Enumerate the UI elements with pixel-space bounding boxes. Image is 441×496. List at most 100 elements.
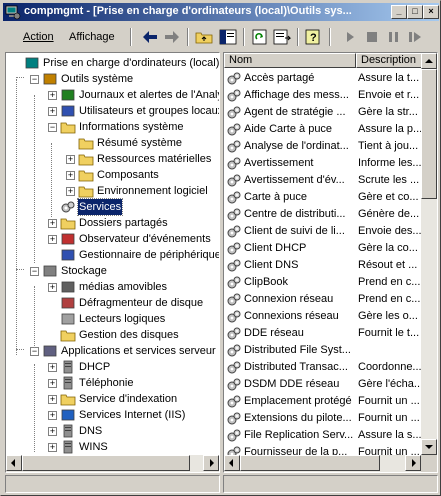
tree-node-label[interactable]: Informations système: [78, 119, 185, 135]
scroll-thumb[interactable]: [22, 455, 190, 471]
tree-node-label[interactable]: Observateur d'événements: [78, 231, 212, 247]
expand-icon[interactable]: +: [48, 91, 57, 100]
services-list-panel[interactable]: Nom Description Accès partagé Assure la t…: [223, 52, 438, 473]
list-row[interactable]: Analyse de l'ordinat... Tient à jou...: [224, 138, 421, 155]
tree-node-label[interactable]: Utilisateurs et groupes locaux: [78, 103, 219, 119]
tree-horizontal-scrollbar[interactable]: [6, 455, 219, 472]
column-header-description[interactable]: Description: [356, 53, 422, 68]
tree-node-label[interactable]: Gestion des disques: [78, 327, 180, 343]
refresh-icon[interactable]: [249, 27, 271, 47]
list-row[interactable]: ClipBook Prend en c...: [224, 274, 421, 291]
tree-node-label[interactable]: Outils système: [60, 71, 134, 87]
tree-node-label[interactable]: Services: [76, 198, 124, 216]
list-row[interactable]: Avertissement d'év... Scrute les ...: [224, 172, 421, 189]
pause-icon[interactable]: [383, 27, 405, 47]
play-icon[interactable]: [339, 27, 361, 47]
scroll-down-button[interactable]: [421, 439, 437, 455]
expand-icon[interactable]: +: [66, 171, 75, 180]
minimize-button[interactable]: _: [391, 5, 407, 19]
tree-node-label[interactable]: DHCP: [78, 359, 111, 375]
expand-icon[interactable]: +: [48, 395, 57, 404]
collapse-icon[interactable]: −: [30, 75, 39, 84]
list-row[interactable]: DDE réseau Fournit le t...: [224, 325, 421, 342]
list-horizontal-scrollbar[interactable]: [224, 455, 421, 472]
service-gear-icon: [226, 224, 242, 239]
expand-icon[interactable]: +: [48, 443, 57, 452]
expand-icon[interactable]: +: [66, 155, 75, 164]
export-list-icon[interactable]: [271, 27, 293, 47]
scroll-right-button[interactable]: [203, 455, 219, 471]
up-folder-icon[interactable]: [193, 27, 215, 47]
scroll-right-button[interactable]: [405, 455, 421, 471]
title-bar[interactable]: compmgmt - [Prise en charge d'ordinateur…: [3, 3, 439, 21]
tree-node-label[interactable]: Téléphonie: [78, 375, 134, 391]
list-vertical-scrollbar[interactable]: [421, 53, 437, 455]
scroll-thumb[interactable]: [240, 455, 380, 471]
expand-icon[interactable]: +: [48, 363, 57, 372]
list-row[interactable]: Avertissement Informe les...: [224, 155, 422, 172]
collapse-icon[interactable]: −: [30, 347, 39, 356]
tree-node-label[interactable]: Gestionnaire de périphériques: [78, 247, 219, 263]
list-row[interactable]: Emplacement protégé Fournit un ...: [224, 393, 421, 410]
list-row[interactable]: Connexion réseau Prend en c...: [224, 291, 421, 308]
back-arrow-icon[interactable]: [139, 27, 161, 47]
tree-node-label[interactable]: Prise en charge d'ordinateurs (local): [42, 55, 219, 71]
list-row[interactable]: Extensions du pilote... Fournit un ...: [224, 410, 421, 427]
menu-action[interactable]: Action: [23, 31, 54, 43]
tree-node-label[interactable]: Résumé système: [96, 135, 183, 151]
expand-icon[interactable]: +: [48, 107, 57, 116]
list-row[interactable]: Client DHCP Gère la co...: [224, 240, 421, 257]
tree-node-label[interactable]: Stockage: [60, 263, 108, 279]
tree-node-label[interactable]: Services Internet (IIS): [78, 407, 186, 423]
tree-node-label[interactable]: Dossiers partagés: [78, 215, 169, 231]
tree-node-label[interactable]: Journaux et alertes de l'Analyseur: [78, 87, 219, 103]
stop-icon[interactable]: [361, 27, 383, 47]
maximize-button[interactable]: □: [407, 5, 423, 19]
expand-icon[interactable]: +: [48, 379, 57, 388]
help-icon[interactable]: ?: [303, 27, 325, 47]
list-row[interactable]: Distributed File Syst...: [224, 342, 421, 359]
expand-icon[interactable]: +: [66, 187, 75, 196]
tree-node-label[interactable]: Lecteurs logiques: [78, 311, 166, 327]
list-row[interactable]: Centre de distributi... Génère de...: [224, 206, 421, 223]
scroll-left-button[interactable]: [224, 455, 240, 471]
list-row[interactable]: Carte à puce Gère et co...: [224, 189, 421, 206]
list-row[interactable]: Distributed Transac... Coordonne...: [224, 359, 422, 376]
folder-icon: [78, 152, 94, 166]
tree-node-label[interactable]: médias amovibles: [78, 279, 168, 295]
list-row[interactable]: Client de suivi de li... Envoie des...: [224, 223, 422, 240]
list-row[interactable]: Agent de stratégie ... Gère la str...: [224, 104, 421, 121]
list-row[interactable]: Aide Carte à puce Assure la p...: [224, 121, 422, 138]
forward-arrow-icon[interactable]: [161, 27, 183, 47]
expand-icon[interactable]: +: [48, 235, 57, 244]
tree-node-label[interactable]: Service d'indexation: [78, 391, 178, 407]
expand-icon[interactable]: +: [48, 219, 57, 228]
tree-node-label[interactable]: Applications et services serveur: [60, 343, 217, 359]
menu-affichage[interactable]: Affichage: [69, 31, 115, 43]
scroll-up-button[interactable]: [421, 53, 437, 69]
list-row[interactable]: Accès partagé Assure la t...: [224, 70, 421, 87]
tree-node-label[interactable]: DNS: [78, 423, 103, 439]
expand-icon[interactable]: +: [48, 411, 57, 420]
tree-node-label[interactable]: WINS: [78, 439, 109, 455]
tree-node-label[interactable]: Défragmenteur de disque: [78, 295, 204, 311]
restart-icon[interactable]: [405, 27, 427, 47]
list-row[interactable]: DSDM DDE réseau Gère l'écha...: [224, 376, 422, 393]
scroll-left-button[interactable]: [6, 455, 22, 471]
tree-panel[interactable]: Prise en charge d'ordinateurs (local) − Ou…: [5, 52, 220, 473]
collapse-icon[interactable]: −: [30, 267, 39, 276]
tree-node-label[interactable]: Environnement logiciel: [96, 183, 209, 199]
expand-icon[interactable]: +: [48, 283, 57, 292]
tree-node-label[interactable]: Ressources matérielles: [96, 151, 212, 167]
close-button[interactable]: ×: [423, 5, 439, 19]
list-row[interactable]: Client DNS Résout et ...: [224, 257, 421, 274]
scroll-thumb[interactable]: [421, 69, 437, 199]
tree-node-label[interactable]: Composants: [96, 167, 160, 183]
list-row[interactable]: Connexions réseau Gère les o...: [224, 308, 421, 325]
list-row[interactable]: File Replication Serv... Assure la s...: [224, 427, 422, 444]
expand-icon[interactable]: +: [48, 427, 57, 436]
list-row[interactable]: Affichage des mess... Envoie et r...: [224, 87, 421, 104]
column-header-nom[interactable]: Nom: [224, 53, 356, 68]
show-hide-tree-icon[interactable]: [217, 27, 239, 47]
collapse-icon[interactable]: −: [48, 123, 57, 132]
